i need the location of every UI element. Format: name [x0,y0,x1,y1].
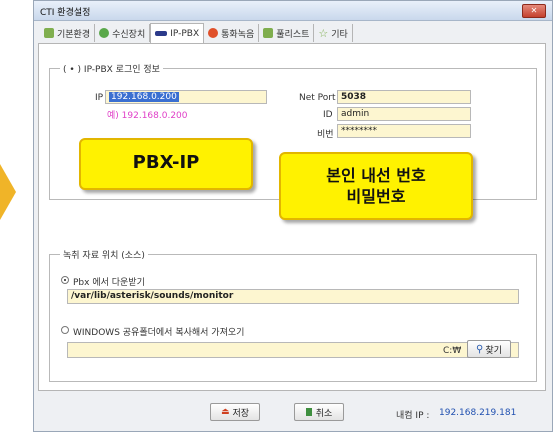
record-location-group: 녹취 자료 위치 (소스) [49,248,537,382]
tab-pool-list[interactable]: 풀리스트 [259,24,315,42]
tab-label: 수신장치 [112,29,146,40]
tab-etc[interactable]: ☆ 기타 [314,24,353,42]
windows-share-radio[interactable] [61,326,69,334]
tab-label: IP-PBX [170,28,200,39]
netport-input[interactable]: 5038 [337,90,471,104]
pbx-ip-callout-text: PBX-IP [132,152,200,173]
cancel-icon [305,408,312,416]
left-arrow-decoration [0,164,16,220]
pbx-ip-callout: PBX-IP [79,138,253,190]
drive-label: C:₩ [443,346,462,356]
cancel-button-label: 취소 [315,408,333,419]
tab-call-recording[interactable]: 통화녹음 [204,24,260,42]
tab-label: 통화녹음 [221,29,255,40]
find-button-label: 찾기 [485,345,502,356]
id-input[interactable]: admin [337,107,471,121]
ip-input-value: 192.168.0.200 [109,92,179,102]
extension-callout-line2: 비밀번호 [346,187,406,206]
tab-label: 풀리스트 [276,29,310,40]
extension-callout: 본인 내선 번호 비밀번호 [279,152,473,220]
pbx-icon [155,31,168,36]
tab-label: 기타 [331,29,348,40]
ip-label: IP [95,93,104,103]
receiver-icon [99,28,110,38]
find-folder-button[interactable]: ⚲ 찾기 [467,340,511,358]
close-button[interactable]: ✕ [522,4,546,18]
internal-ip-value: 192.168.219.181 [439,408,517,418]
save-button-label: 저장 [232,408,250,419]
extension-callout-line1: 본인 내선 번호 [326,166,426,185]
pbx-path-input[interactable]: /var/lib/asterisk/sounds/monitor [67,289,519,304]
tab-basic-env[interactable]: 기본환경 [40,24,96,42]
password-input[interactable]: ******** [337,124,471,138]
tab-label: 기본환경 [57,29,91,40]
save-icon: ⏏ [220,407,230,417]
title-bar: CTI 환경설정 ✕ [34,1,552,21]
ip-pbx-panel: ( • ) IP-PBX 로그인 정보 IP 192.168.0.200 예) … [38,43,546,391]
id-label: ID [323,110,333,120]
pbx-download-radio[interactable] [61,276,69,284]
pbx-login-legend: ( • ) IP-PBX 로그인 정보 [60,62,163,75]
settings-icon [44,28,54,38]
tab-ip-pbx[interactable]: IP-PBX [150,23,205,43]
pbx-download-label[interactable]: Pbx 에서 다운받기 [73,275,145,288]
record-icon [208,28,219,38]
tab-bar: 기본환경 수신장치 IP-PBX 통화녹음 풀리스트 ☆ 기타 [40,23,353,43]
ip-example-text: 예) 192.168.0.200 [107,111,188,121]
list-icon [263,28,274,38]
window-title: CTI 환경설정 [40,8,91,18]
password-label: 비번 [317,130,334,140]
settings-window: CTI 환경설정 ✕ 기본환경 수신장치 IP-PBX 통화녹음 풀리스트 ☆ … [33,0,553,432]
netport-label: Net Port [299,93,336,103]
windows-share-label[interactable]: WINDOWS 공유폴더에서 복사해서 가져오기 [73,325,244,338]
save-button[interactable]: ⏏ 저장 [210,403,260,421]
tab-receiver[interactable]: 수신장치 [95,24,151,42]
record-location-legend: 녹취 자료 위치 (소스) [60,248,148,261]
ip-input[interactable]: 192.168.0.200 [105,90,267,104]
footer-bar: ⏏ 저장 취소 내컴 IP : 192.168.219.181 [34,393,552,431]
cancel-button[interactable]: 취소 [294,403,344,421]
search-icon: ⚲ [476,343,484,355]
star-icon: ☆ [318,26,329,40]
internal-ip-label: 내컴 IP : [396,411,430,421]
